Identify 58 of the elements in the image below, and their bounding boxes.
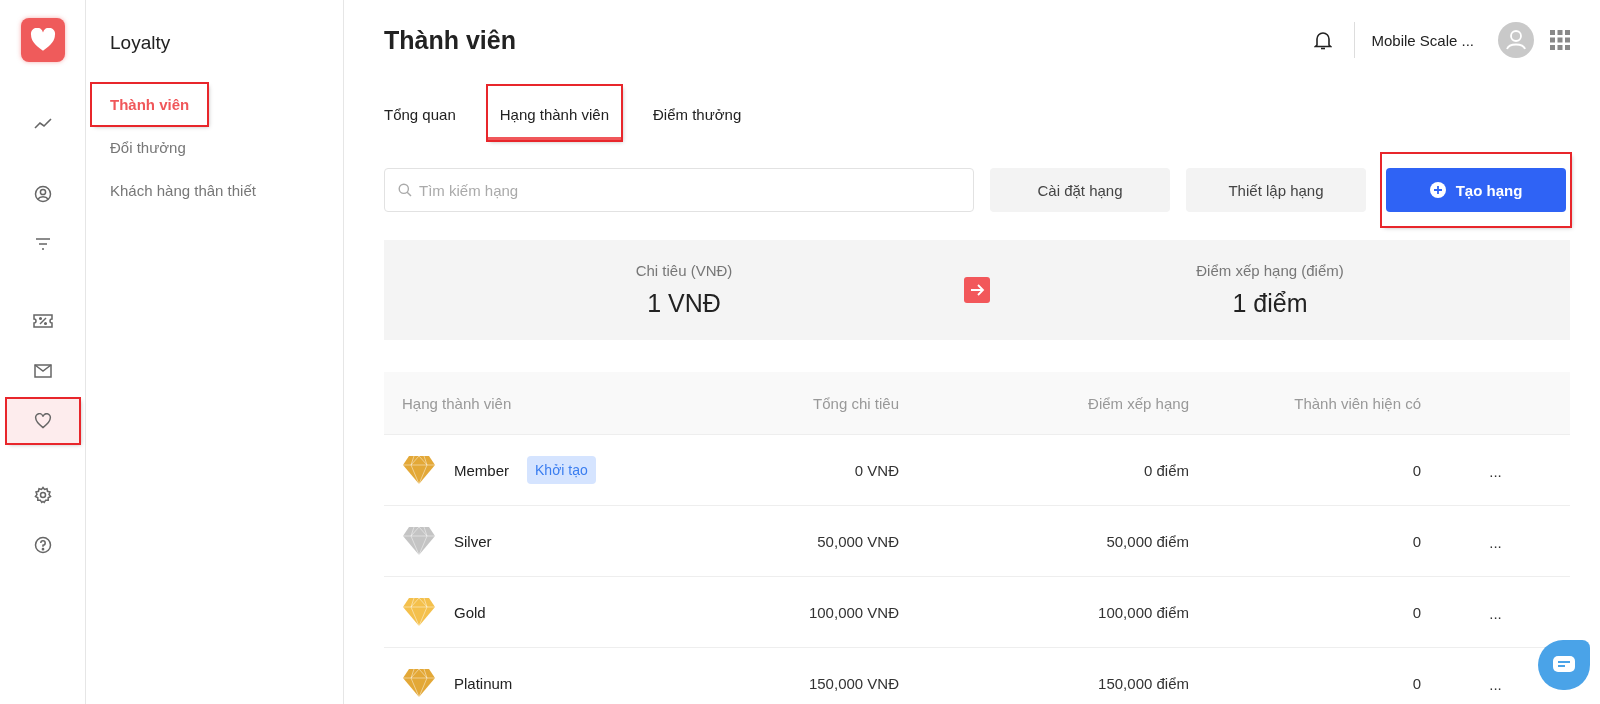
app-grid-icon[interactable] <box>1550 30 1570 50</box>
tab[interactable]: Hạng thành viên <box>487 86 621 140</box>
table-cell-text: 50,000 VNĐ <box>816 532 899 550</box>
mail-icon <box>33 364 52 378</box>
tier-name: Member <box>454 461 509 479</box>
chat-bubble-button[interactable] <box>1538 640 1590 690</box>
table-cell-text: 0 <box>1411 674 1421 692</box>
column-header: Hạng thành viên <box>401 394 513 412</box>
table-cell-text: 0 <box>1411 532 1421 550</box>
search-field[interactable]: Tìm kiếm hạng <box>384 168 974 212</box>
help-icon <box>33 536 52 554</box>
sidebar-item[interactable]: Đổi thưởng <box>92 127 204 168</box>
table-cell-text: 0 VNĐ <box>853 461 899 479</box>
more-options-button[interactable]: ... <box>1485 602 1506 622</box>
action-button[interactable]: Thiết lập hạng <box>1186 168 1366 212</box>
tier-name: Platinum <box>454 674 513 692</box>
table-cell-text: 100,000 VNĐ <box>807 603 899 621</box>
column-header: Điểm xếp hạng <box>1087 394 1189 412</box>
table-cell-text: 100,000 điểm <box>1097 603 1189 621</box>
tab[interactable]: Điểm thưởng <box>641 86 754 140</box>
conversion-label: Điểm xếp hạng (điểm) <box>1196 262 1344 279</box>
tier-name: Silver <box>454 532 492 550</box>
heart-icon <box>29 28 56 52</box>
conversion-value: 1 điểm <box>1232 289 1308 318</box>
conversion-label: Chi tiêu (VNĐ) <box>635 262 733 279</box>
conversion-value: 1 VNĐ <box>647 289 721 318</box>
action-button[interactable]: Tạo hạng <box>1386 168 1566 212</box>
app-logo[interactable] <box>20 18 65 62</box>
sidebar-title: Loyalty <box>110 32 172 54</box>
plus-circle-icon <box>1429 182 1446 198</box>
action-button[interactable]: Cài đặt hạng <box>990 168 1170 212</box>
table-cell-text: 0 điểm <box>1142 461 1189 479</box>
tier-name: Gold <box>454 603 486 621</box>
column-header: Tổng chi tiêu <box>812 394 899 412</box>
more-options-button[interactable]: ... <box>1485 673 1506 693</box>
page-title: Thành viên <box>384 25 516 55</box>
table-cell-text: 50,000 điểm <box>1105 532 1189 550</box>
settings-icon <box>33 486 52 504</box>
chat-icon <box>1552 655 1576 675</box>
table-cell-text: 150,000 VNĐ <box>807 674 899 692</box>
sidebar-item[interactable]: Khách hàng thân thiết <box>92 170 274 211</box>
coupon-icon <box>32 313 53 329</box>
notification-bell-icon[interactable] <box>1314 30 1333 50</box>
account-name[interactable]: Mobile Scale ... <box>1371 31 1474 49</box>
table-cell-text: 0 <box>1411 603 1421 621</box>
more-options-button[interactable]: ... <box>1485 460 1506 480</box>
user-icon <box>33 185 52 203</box>
column-header: Thành viên hiện có <box>1293 394 1421 412</box>
status-tag: Khởi tạo <box>527 456 596 484</box>
table-cell-text: 150,000 điểm <box>1097 674 1189 692</box>
arrow-right-icon <box>964 277 990 303</box>
table-cell-text: 0 <box>1411 461 1421 479</box>
tab[interactable]: Tổng quan <box>384 86 468 140</box>
nav-rail-button[interactable] <box>6 399 79 443</box>
more-options-button[interactable]: ... <box>1485 531 1506 551</box>
heart-icon <box>33 413 52 429</box>
filter-icon <box>33 237 52 251</box>
search-icon <box>398 183 412 197</box>
